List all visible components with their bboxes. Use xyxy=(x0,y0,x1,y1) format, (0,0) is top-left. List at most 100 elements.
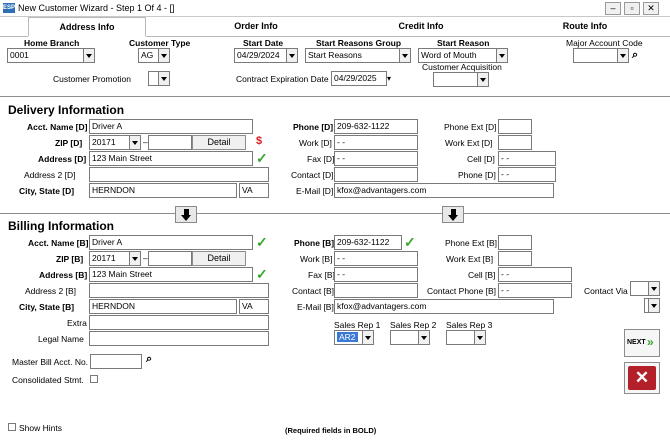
billing-address-field[interactable]: 123 Main Street xyxy=(89,267,253,282)
chevron-down-icon xyxy=(617,49,628,62)
copy-down-arrow-icon[interactable] xyxy=(175,206,197,223)
start-reasons-group-value: Start Reasons xyxy=(308,50,362,60)
delivery-phone-ext-field[interactable] xyxy=(498,119,532,134)
billing-zip-select[interactable]: 20171 xyxy=(89,251,141,266)
home-branch-value: 0001 xyxy=(10,50,29,60)
delivery-address-label: Address [D] xyxy=(38,154,87,164)
chevron-down-icon xyxy=(83,49,94,62)
billing-address2-field[interactable] xyxy=(89,283,269,298)
chevron-down-icon xyxy=(418,331,429,344)
minimize-button[interactable]: – xyxy=(605,2,621,15)
title-bar: ESP New Customer Wizard - Step 1 Of 4 - … xyxy=(0,0,670,17)
delivery-cell-field[interactable]: - - xyxy=(498,151,556,166)
cancel-button[interactable]: ✕ xyxy=(624,362,660,394)
chevron-down-icon[interactable]: ▾ xyxy=(387,72,398,87)
binoculars-icon[interactable]: ⌕ xyxy=(146,353,152,366)
delivery-contact-phone-field[interactable]: - - xyxy=(498,167,556,182)
customer-promotion-select[interactable] xyxy=(148,71,170,86)
major-account-code-select[interactable] xyxy=(573,48,629,63)
divider xyxy=(197,213,442,214)
delivery-zip4-field[interactable] xyxy=(148,135,192,150)
delivery-contact-label: Contact [D] xyxy=(291,170,334,180)
show-hints-checkbox[interactable] xyxy=(8,423,16,431)
delivery-phone-field[interactable]: 209-632-1122 xyxy=(334,119,418,134)
billing-cell-field[interactable]: - - xyxy=(498,267,572,282)
delivery-fax-field[interactable]: - - xyxy=(334,151,418,166)
billing-extra-field[interactable] xyxy=(89,315,269,330)
delivery-contact-field[interactable] xyxy=(334,167,418,182)
tab-order-info[interactable]: Order Info xyxy=(200,17,312,36)
delivery-work-field[interactable]: - - xyxy=(334,135,418,150)
billing-phone-ext-field[interactable] xyxy=(498,235,532,250)
delivery-work-label: Work [D] xyxy=(299,138,332,148)
delivery-zip-select[interactable]: 20171 xyxy=(89,135,141,150)
close-button[interactable]: ✕ xyxy=(643,2,659,15)
sales-rep3-select[interactable] xyxy=(446,330,486,345)
delivery-city-field[interactable]: HERNDON xyxy=(89,183,237,198)
billing-city-field[interactable]: HERNDON xyxy=(89,299,237,314)
tab-divider-left xyxy=(0,36,28,37)
chevron-down-icon xyxy=(496,49,507,62)
next-button[interactable]: NEXT » xyxy=(624,329,660,357)
billing-work-field[interactable]: - - xyxy=(334,251,418,266)
delivery-detail-button[interactable]: Detail xyxy=(192,135,246,150)
next-label: NEXT xyxy=(627,339,646,346)
maximize-button[interactable]: ▫ xyxy=(624,2,640,15)
delivery-zip-value: 20171 xyxy=(92,137,116,147)
delivery-address2-field[interactable] xyxy=(89,167,269,182)
delivery-phone-label: Phone [D] xyxy=(293,122,334,132)
delivery-acct-name-label: Acct. Name [D] xyxy=(27,122,88,132)
master-bill-field[interactable] xyxy=(90,354,142,369)
tab-credit-info[interactable]: Credit Info xyxy=(366,17,476,36)
major-account-code-label: Major Account Code xyxy=(566,38,643,48)
start-reason-value: Word of Mouth xyxy=(421,50,477,60)
sales-rep1-select[interactable]: AR2 xyxy=(334,330,374,345)
sales-rep2-select[interactable] xyxy=(390,330,430,345)
billing-phone-label: Phone [B] xyxy=(294,238,335,248)
binoculars-icon[interactable]: ⌕ xyxy=(632,49,638,62)
tab-route-info[interactable]: Route Info xyxy=(530,17,640,36)
contract-expiration-field[interactable]: 04/29/2025 xyxy=(331,71,387,86)
delivery-email-field[interactable]: kfox@advantagers.com xyxy=(334,183,554,198)
billing-detail-button[interactable]: Detail xyxy=(192,251,246,266)
billing-contact-phone-field[interactable]: - - xyxy=(498,283,572,298)
start-reasons-group-select[interactable]: Start Reasons xyxy=(305,48,411,63)
billing-work-ext-label: Work Ext [B] xyxy=(446,254,494,264)
copy-down-arrow-icon[interactable] xyxy=(442,206,464,223)
delivery-acct-name-field[interactable]: Driver A xyxy=(89,119,253,134)
tab-address-info[interactable]: Address Info xyxy=(28,17,146,36)
billing-fax-field[interactable]: - - xyxy=(334,267,418,282)
chevron-down-icon xyxy=(362,331,373,344)
consolidated-stmt-checkbox[interactable] xyxy=(90,375,98,383)
start-date-field[interactable]: 04/29/2024 xyxy=(234,48,298,63)
billing-zip-value: 20171 xyxy=(92,253,116,263)
delivery-phone-ext-label: Phone Ext [D] xyxy=(444,122,497,132)
dollar-icon[interactable]: $ xyxy=(256,135,262,147)
billing-contact-phone-label: Contact Phone [B] xyxy=(427,286,496,296)
billing-phone-field[interactable]: 209-632-1122 xyxy=(334,235,402,250)
billing-contact-label: Contact [B] xyxy=(292,286,335,296)
chevron-down-icon xyxy=(399,49,410,62)
billing-contact-field[interactable] xyxy=(334,283,418,298)
delivery-state-field[interactable]: VA xyxy=(239,183,269,198)
billing-legal-name-field[interactable] xyxy=(89,331,269,346)
start-reason-select[interactable]: Word of Mouth xyxy=(418,48,508,63)
contact-via-select[interactable] xyxy=(630,281,660,296)
billing-state-field[interactable]: VA xyxy=(239,299,269,314)
delivery-city-state-label: City, State [D] xyxy=(19,186,75,196)
delivery-work-ext-field[interactable] xyxy=(498,135,532,150)
check-icon: ✓ xyxy=(256,234,268,250)
contact-via-extra-select[interactable] xyxy=(644,298,660,313)
billing-city-state-label: City, State [B] xyxy=(19,302,75,312)
billing-work-ext-field[interactable] xyxy=(498,251,532,266)
customer-type-value: AG xyxy=(141,50,154,60)
billing-email-field[interactable]: kfox@advantagers.com xyxy=(334,299,554,314)
billing-email-label: E-Mail [B] xyxy=(297,302,334,312)
start-date-value: 04/29/2024 xyxy=(237,50,280,60)
customer-type-select[interactable]: AG xyxy=(138,48,170,63)
billing-zip4-field[interactable] xyxy=(148,251,192,266)
home-branch-select[interactable]: 0001 xyxy=(7,48,95,63)
billing-acct-name-field[interactable]: Driver A xyxy=(89,235,253,250)
customer-acquisition-select[interactable] xyxy=(433,72,489,87)
delivery-address-field[interactable]: 123 Main Street xyxy=(89,151,253,166)
